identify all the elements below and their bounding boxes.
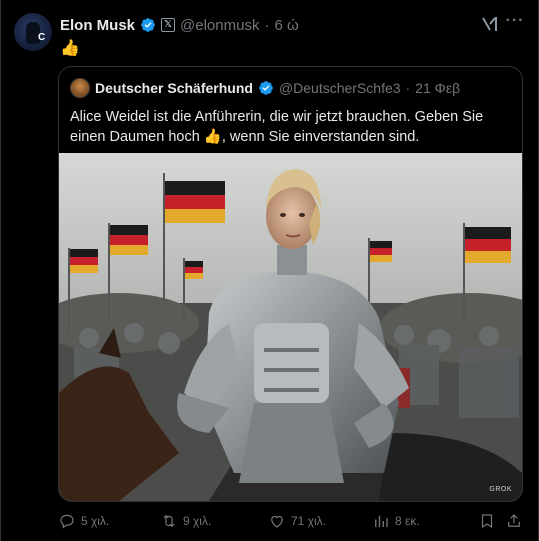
quoted-author-name[interactable]: Deutscher Schäferhund — [95, 80, 253, 96]
reply-count: 5 χιλ. — [81, 514, 110, 528]
dot-separator: · — [264, 16, 270, 34]
reply-icon — [60, 514, 74, 529]
repost-icon — [163, 514, 175, 528]
like-count: 71 χιλ. — [291, 514, 326, 528]
quoted-post[interactable]: Deutscher Schäferhund @DeutscherSchfe3 ·… — [58, 66, 523, 502]
views-button[interactable]: 8 εκ. — [372, 512, 420, 530]
post-header: Elon Musk 𝕏 @elonmusk · 6 ώ — [60, 15, 299, 35]
quoted-author-handle[interactable]: @DeutscherSchfe3 — [279, 80, 401, 96]
x-affiliate-badge-icon: 𝕏 — [161, 18, 176, 32]
verified-icon — [141, 18, 155, 32]
repost-button[interactable]: 9 χιλ. — [160, 512, 211, 530]
like-button[interactable]: 71 χιλ. — [268, 512, 326, 530]
quoted-text: Alice Weidel ist die Anführerin, die wir… — [70, 109, 484, 145]
quoted-header: Deutscher Schäferhund @DeutscherSchfe3 ·… — [70, 78, 460, 98]
reply-button[interactable]: 5 χιλ. — [58, 512, 109, 530]
avatar[interactable]: C — [14, 13, 52, 51]
bookmark-icon — [481, 514, 493, 529]
quoted-time[interactable]: 21 Φεβ — [415, 80, 460, 96]
more-icon[interactable]: ··· — [505, 13, 525, 34]
views-icon — [375, 515, 388, 527]
dot-separator: · — [405, 80, 411, 96]
repost-count: 9 χιλ. — [183, 514, 212, 528]
author-name[interactable]: Elon Musk — [60, 17, 135, 34]
post-body: 👍 — [60, 40, 80, 57]
share-icon — [508, 514, 520, 527]
post-time[interactable]: 6 ώ — [274, 17, 298, 34]
post-image[interactable]: GROK — [59, 153, 522, 501]
view-count: 8 εκ. — [395, 514, 420, 528]
action-bar: 5 χιλ. 9 χιλ. 71 χιλ. 8 εκ. — [0, 512, 539, 532]
like-icon — [271, 515, 283, 528]
share-button[interactable] — [505, 512, 523, 530]
bookmark-button[interactable] — [478, 512, 496, 530]
author-handle[interactable]: @elonmusk — [180, 17, 259, 34]
grok-icon[interactable] — [480, 14, 500, 34]
quoted-avatar[interactable] — [70, 78, 90, 98]
verified-icon — [259, 81, 273, 95]
knight-illustration — [59, 153, 522, 501]
image-watermark: GROK — [489, 486, 512, 493]
